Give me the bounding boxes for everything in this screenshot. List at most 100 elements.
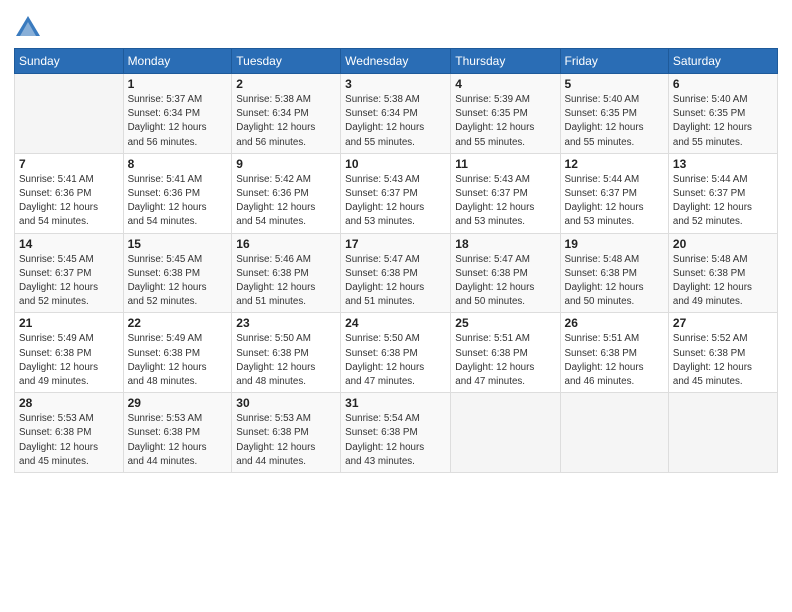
- weekday-header-tuesday: Tuesday: [232, 49, 341, 74]
- day-cell: 18Sunrise: 5:47 AM Sunset: 6:38 PM Dayli…: [451, 233, 560, 313]
- day-number: 4: [455, 77, 555, 91]
- day-cell: [15, 74, 124, 154]
- header: [14, 10, 778, 42]
- day-info: Sunrise: 5:51 AM Sunset: 6:38 PM Dayligh…: [455, 332, 555, 389]
- weekday-header-thursday: Thursday: [451, 49, 560, 74]
- day-number: 26: [565, 316, 664, 330]
- day-cell: 14 Sunrise: 5:45 AM Sunset: 6:37 PM Dayli…: [15, 233, 124, 313]
- weekday-header-row: SundayMondayTuesdayWednesdayThursdayFrid…: [15, 49, 778, 74]
- day-info: Sunrise: 5:48 AM Sunset: 6:38 PM Dayligh…: [673, 253, 773, 310]
- day-info: Sunrise: 5:51 AM Sunset: 6:38 PM Dayligh…: [565, 332, 664, 389]
- day-cell: 4 Sunrise: 5:39 AM Sunset: 6:35 PM Daylig…: [451, 74, 560, 154]
- day-info: Sunrise: 5:50 AM Sunset: 6:38 PM Dayligh…: [345, 332, 446, 389]
- day-info: Sunrise: 5:49 AM Sunset: 6:38 PM Dayligh…: [128, 332, 228, 389]
- day-cell: 19 Sunrise: 5:48 AM Sunset: 6:38 PM Dayli…: [560, 233, 668, 313]
- day-cell: 5 Sunrise: 5:40 AM Sunset: 6:35 PM Daylig…: [560, 74, 668, 154]
- day-info: Sunrise: 5:46 AM Sunset: 6:38 PM Dayligh…: [236, 253, 336, 310]
- day-info: Sunrise: 5:53 AM Sunset: 6:38 PM Dayligh…: [236, 412, 336, 469]
- day-number: 9: [236, 157, 336, 171]
- day-info: Sunrise: 5:45 AM Sunset: 6:38 PM Dayligh…: [128, 253, 228, 310]
- calendar-body: 1 Sunrise: 5:37 AM Sunset: 6:34 PM Daylig…: [15, 74, 778, 473]
- day-info: Sunrise: 5:52 AM Sunset: 6:38 PM Dayligh…: [673, 332, 773, 389]
- day-info: Sunrise: 5:41 AM Sunset: 6:36 PM Dayligh…: [128, 173, 228, 230]
- day-cell: 21 Sunrise: 5:49 AM Sunset: 6:38 PM Dayli…: [15, 313, 124, 393]
- day-number: 10: [345, 157, 446, 171]
- day-number: 28: [19, 396, 119, 410]
- day-info: Sunrise: 5:54 AM Sunset: 6:38 PM Dayligh…: [345, 412, 446, 469]
- logo: [14, 14, 44, 42]
- day-info: Sunrise: 5:42 AM Sunset: 6:36 PM Dayligh…: [236, 173, 336, 230]
- day-cell: 7Sunrise: 5:41 AM Sunset: 6:36 PM Daylig…: [15, 153, 124, 233]
- calendar-page: SundayMondayTuesdayWednesdayThursdayFrid…: [0, 0, 792, 612]
- day-cell: 3 Sunrise: 5:38 AM Sunset: 6:34 PM Daylig…: [341, 74, 451, 154]
- day-info: Sunrise: 5:40 AM Sunset: 6:35 PM Dayligh…: [565, 93, 664, 150]
- day-info: Sunrise: 5:39 AM Sunset: 6:35 PM Dayligh…: [455, 93, 555, 150]
- day-cell: 20 Sunrise: 5:48 AM Sunset: 6:38 PM Dayli…: [668, 233, 777, 313]
- day-info: Sunrise: 5:47 AM Sunset: 6:38 PM Dayligh…: [345, 253, 446, 310]
- day-number: 30: [236, 396, 336, 410]
- day-cell: 31 Sunrise: 5:54 AM Sunset: 6:38 PM Dayli…: [341, 393, 451, 473]
- day-cell: 10Sunrise: 5:43 AM Sunset: 6:37 PM Dayli…: [341, 153, 451, 233]
- day-number: 8: [128, 157, 228, 171]
- day-cell: [451, 393, 560, 473]
- day-cell: 12Sunrise: 5:44 AM Sunset: 6:37 PM Dayli…: [560, 153, 668, 233]
- calendar-table: SundayMondayTuesdayWednesdayThursdayFrid…: [14, 48, 778, 473]
- day-number: 22: [128, 316, 228, 330]
- day-cell: 22 Sunrise: 5:49 AM Sunset: 6:38 PM Dayli…: [123, 313, 232, 393]
- day-cell: 28 Sunrise: 5:53 AM Sunset: 6:38 PM Dayli…: [15, 393, 124, 473]
- day-cell: 13Sunrise: 5:44 AM Sunset: 6:37 PM Dayli…: [668, 153, 777, 233]
- weekday-header-monday: Monday: [123, 49, 232, 74]
- day-number: 2: [236, 77, 336, 91]
- day-number: 6: [673, 77, 773, 91]
- day-cell: 6 Sunrise: 5:40 AM Sunset: 6:35 PM Daylig…: [668, 74, 777, 154]
- day-number: 16: [236, 237, 336, 251]
- day-info: Sunrise: 5:49 AM Sunset: 6:38 PM Dayligh…: [19, 332, 119, 389]
- day-cell: 9 Sunrise: 5:42 AM Sunset: 6:36 PM Daylig…: [232, 153, 341, 233]
- day-number: 5: [565, 77, 664, 91]
- day-cell: 17Sunrise: 5:47 AM Sunset: 6:38 PM Dayli…: [341, 233, 451, 313]
- day-number: 21: [19, 316, 119, 330]
- weekday-header-wednesday: Wednesday: [341, 49, 451, 74]
- day-info: Sunrise: 5:50 AM Sunset: 6:38 PM Dayligh…: [236, 332, 336, 389]
- day-number: 13: [673, 157, 773, 171]
- week-row-3: 14 Sunrise: 5:45 AM Sunset: 6:37 PM Dayli…: [15, 233, 778, 313]
- day-number: 1: [128, 77, 228, 91]
- day-cell: [668, 393, 777, 473]
- day-info: Sunrise: 5:53 AM Sunset: 6:38 PM Dayligh…: [19, 412, 119, 469]
- day-cell: 23Sunrise: 5:50 AM Sunset: 6:38 PM Dayli…: [232, 313, 341, 393]
- day-cell: 24 Sunrise: 5:50 AM Sunset: 6:38 PM Dayli…: [341, 313, 451, 393]
- day-number: 31: [345, 396, 446, 410]
- day-cell: [560, 393, 668, 473]
- day-info: Sunrise: 5:47 AM Sunset: 6:38 PM Dayligh…: [455, 253, 555, 310]
- day-info: Sunrise: 5:48 AM Sunset: 6:38 PM Dayligh…: [565, 253, 664, 310]
- week-row-1: 1 Sunrise: 5:37 AM Sunset: 6:34 PM Daylig…: [15, 74, 778, 154]
- day-cell: 11 Sunrise: 5:43 AM Sunset: 6:37 PM Dayli…: [451, 153, 560, 233]
- day-cell: 2Sunrise: 5:38 AM Sunset: 6:34 PM Daylig…: [232, 74, 341, 154]
- weekday-header-sunday: Sunday: [15, 49, 124, 74]
- day-info: Sunrise: 5:37 AM Sunset: 6:34 PM Dayligh…: [128, 93, 228, 150]
- day-info: Sunrise: 5:43 AM Sunset: 6:37 PM Dayligh…: [455, 173, 555, 230]
- day-cell: 25 Sunrise: 5:51 AM Sunset: 6:38 PM Dayli…: [451, 313, 560, 393]
- day-cell: 29 Sunrise: 5:53 AM Sunset: 6:38 PM Dayli…: [123, 393, 232, 473]
- week-row-4: 21 Sunrise: 5:49 AM Sunset: 6:38 PM Dayli…: [15, 313, 778, 393]
- day-info: Sunrise: 5:38 AM Sunset: 6:34 PM Dayligh…: [345, 93, 446, 150]
- day-number: 27: [673, 316, 773, 330]
- day-info: Sunrise: 5:40 AM Sunset: 6:35 PM Dayligh…: [673, 93, 773, 150]
- day-cell: 1 Sunrise: 5:37 AM Sunset: 6:34 PM Daylig…: [123, 74, 232, 154]
- day-number: 12: [565, 157, 664, 171]
- day-number: 19: [565, 237, 664, 251]
- day-info: Sunrise: 5:45 AM Sunset: 6:37 PM Dayligh…: [19, 253, 119, 310]
- day-number: 25: [455, 316, 555, 330]
- day-number: 3: [345, 77, 446, 91]
- week-row-2: 7 Sunrise: 5:41 AM Sunset: 6:36 PM Daylig…: [15, 153, 778, 233]
- day-info: Sunrise: 5:53 AM Sunset: 6:38 PM Dayligh…: [128, 412, 228, 469]
- day-cell: 27 Sunrise: 5:52 AM Sunset: 6:38 PM Dayli…: [668, 313, 777, 393]
- day-number: 24: [345, 316, 446, 330]
- day-number: 14: [19, 237, 119, 251]
- day-number: 29: [128, 396, 228, 410]
- day-number: 7: [19, 157, 119, 171]
- weekday-header-saturday: Saturday: [668, 49, 777, 74]
- day-number: 11: [455, 157, 555, 171]
- day-number: 20: [673, 237, 773, 251]
- week-row-5: 28 Sunrise: 5:53 AM Sunset: 6:38 PM Dayli…: [15, 393, 778, 473]
